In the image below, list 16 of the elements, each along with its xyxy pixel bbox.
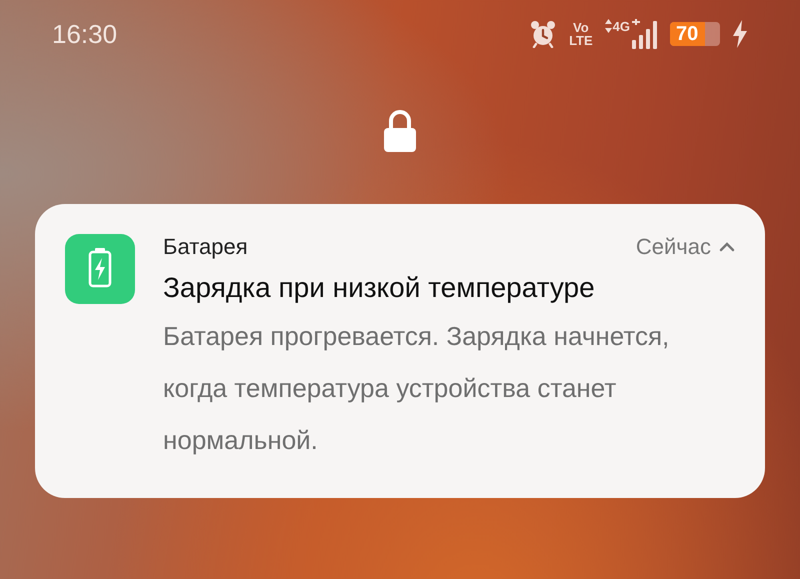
clock-time: 16:30: [52, 18, 118, 50]
notification-body: Батарея прогревается. Зарядка начнется, когда температура устройства станет нормальной.: [163, 320, 670, 457]
volte-label: Vo: [573, 21, 589, 34]
notification-card[interactable]: Батарея Сейчас Зарядка при низкой температуре Батарея прогревается. Зарядка начнется, когда температура устройства станет нормальной.: [35, 204, 765, 498]
signal-icon: [632, 19, 658, 49]
network-type-label: 4G: [612, 19, 630, 34]
alarm-clock-icon: [529, 20, 558, 48]
data-arrows-icon: [604, 19, 612, 33]
app-name: Батарея: [163, 234, 249, 260]
battery-percentage: 70: [675, 22, 698, 46]
battery-app-icon: [65, 234, 135, 304]
chevron-up-icon[interactable]: [719, 242, 735, 252]
notification-time: Сейчас: [636, 234, 711, 260]
volte-label: LTE: [569, 34, 593, 47]
notification-title: Зарядка при низкой температуре: [163, 271, 596, 305]
padlock-icon: [383, 110, 417, 152]
